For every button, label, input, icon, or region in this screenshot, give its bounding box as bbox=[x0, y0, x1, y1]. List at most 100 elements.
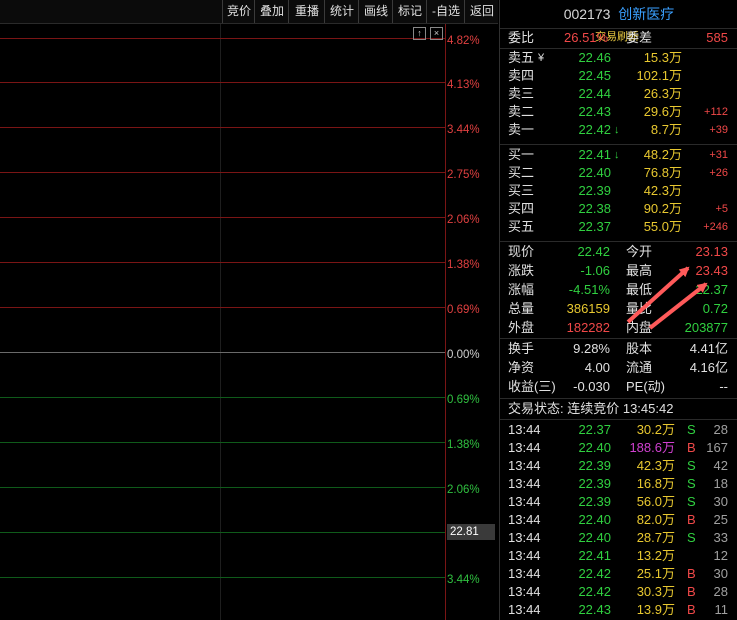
stat-label: 今开 bbox=[626, 244, 653, 259]
order-volume-change: +31 bbox=[709, 149, 728, 161]
toolbar-button-4[interactable]: 画线 bbox=[358, 0, 393, 23]
trade-count: 28 bbox=[713, 422, 728, 437]
currency-icon: ¥ bbox=[538, 52, 545, 64]
toolbar-button-3[interactable]: 统计 bbox=[324, 0, 359, 23]
toolbar-button-2[interactable]: 重播 bbox=[288, 0, 325, 23]
trade-count: 33 bbox=[713, 530, 728, 545]
trade-count: 42 bbox=[713, 458, 728, 473]
chart-vertical-grid bbox=[220, 24, 221, 620]
axis-tick-label: 4.13% bbox=[447, 79, 480, 91]
order-volume: 76.8万 bbox=[643, 165, 682, 180]
order-price: 22.38 bbox=[578, 201, 611, 216]
order-volume-change: +26 bbox=[709, 167, 728, 179]
info-label: 收益(三) bbox=[508, 379, 556, 394]
toolbar-button-7[interactable]: 返回 bbox=[464, 0, 499, 23]
info-value: 4.16亿 bbox=[689, 360, 728, 375]
order-volume: 26.3万 bbox=[643, 86, 682, 101]
stock-name[interactable]: 创新医疗 bbox=[618, 6, 674, 22]
trade-count: 18 bbox=[713, 476, 728, 491]
order-volume-change: +246 bbox=[703, 221, 728, 233]
ask-row[interactable]: 卖四 22.45 102.1万 bbox=[500, 67, 737, 85]
ask-level-label: 卖二 bbox=[508, 104, 535, 119]
trade-side: S bbox=[687, 422, 696, 437]
grid-line bbox=[0, 262, 445, 263]
info-value: 4.00 bbox=[584, 360, 610, 375]
ask-row[interactable]: 卖三 22.44 26.3万 bbox=[500, 85, 737, 103]
order-price: 22.40 bbox=[578, 165, 611, 180]
trade-time: 13:44 bbox=[508, 602, 541, 617]
grid-line bbox=[0, 397, 445, 398]
ask-row[interactable]: 卖二 22.43 29.6万 +112 bbox=[500, 103, 737, 121]
info-row: 收益(三) -0.030 PE(动) -- bbox=[500, 378, 737, 396]
trade-time: 13:44 bbox=[508, 458, 541, 473]
bid-row[interactable]: 买一 ↓ 22.41 48.2万 +31 bbox=[500, 146, 737, 164]
bid-row[interactable]: 买五 22.37 55.0万 +246 bbox=[500, 218, 737, 236]
ask-level-label: 卖四 bbox=[508, 68, 535, 83]
trade-row: 13:44 22.37 30.2万 S 28 bbox=[500, 421, 737, 439]
bid-level-label: 买二 bbox=[508, 165, 535, 180]
axis-tick-label: 0.69% bbox=[447, 304, 480, 316]
order-volume: 29.6万 bbox=[643, 104, 682, 119]
ask-row[interactable]: 卖五 ¥22.46 15.3万 bbox=[500, 49, 737, 67]
trade-time: 13:44 bbox=[508, 422, 541, 437]
down-arrow-icon: ↓ bbox=[614, 149, 620, 161]
trade-count: 28 bbox=[713, 584, 728, 599]
info-label: PE(动) bbox=[626, 379, 666, 394]
trade-row: 13:44 22.40 82.0万 B 25 bbox=[500, 511, 737, 529]
ask-row[interactable]: 卖一 ↓ 22.42 8.7万 +39 bbox=[500, 121, 737, 139]
grid-line bbox=[0, 217, 445, 218]
trade-volume: 30.2万 bbox=[636, 422, 675, 437]
trade-count: 25 bbox=[713, 512, 728, 527]
bid-row[interactable]: 买四 22.38 90.2万 +5 bbox=[500, 200, 737, 218]
axis-tick-label: 2.75% bbox=[447, 169, 480, 181]
trade-count: 30 bbox=[713, 566, 728, 581]
grid-line bbox=[0, 442, 445, 443]
close-icon[interactable]: × bbox=[430, 27, 443, 40]
order-price: 22.44 bbox=[578, 86, 611, 101]
info-value: -0.030 bbox=[573, 379, 610, 394]
trade-price: 22.40 bbox=[578, 530, 611, 545]
trade-count: 30 bbox=[713, 494, 728, 509]
stat-label: 总量 bbox=[508, 301, 535, 316]
upload-icon[interactable]: ↑ bbox=[413, 27, 426, 40]
grid-line bbox=[0, 38, 445, 39]
stat-value: 23.13 bbox=[695, 244, 728, 259]
trade-row: 13:44 22.41 13.2万 12 bbox=[500, 547, 737, 565]
trade-time: 13:44 bbox=[508, 494, 541, 509]
trade-side: B bbox=[687, 584, 696, 599]
trade-volume: 188.6万 bbox=[629, 440, 675, 455]
trade-volume: 13.2万 bbox=[636, 548, 675, 563]
order-price: 22.42 bbox=[578, 122, 611, 137]
trade-row: 13:44 22.42 25.1万 B 30 bbox=[500, 565, 737, 583]
stat-row: 外盘 182282 内盘 203877 bbox=[500, 319, 737, 337]
bid-level-label: 买三 bbox=[508, 183, 535, 198]
trade-side: S bbox=[687, 458, 696, 473]
order-volume-change: +5 bbox=[715, 203, 728, 215]
toolbar-button-6[interactable]: -自选 bbox=[426, 0, 465, 23]
intraday-chart[interactable] bbox=[0, 24, 498, 620]
stat-value: 0.72 bbox=[702, 301, 728, 316]
bid-row[interactable]: 买三 22.39 42.3万 bbox=[500, 182, 737, 200]
toolbar-button-0[interactable]: 竞价 bbox=[222, 0, 255, 23]
axis-tick-label: 1.38% bbox=[447, 439, 480, 451]
order-price: 22.46 bbox=[578, 50, 611, 65]
order-volume: 102.1万 bbox=[636, 68, 682, 83]
toolbar-button-5[interactable]: 标记 bbox=[392, 0, 427, 23]
stat-row: 涨幅 -4.51% 最低 22.37 bbox=[500, 281, 737, 299]
trade-time: 13:44 bbox=[508, 476, 541, 491]
toolbar-button-1[interactable]: 叠加 bbox=[254, 0, 289, 23]
stat-row: 现价 22.42 今开 23.13 bbox=[500, 243, 737, 261]
order-price: 22.41 bbox=[578, 147, 611, 162]
grid-line bbox=[0, 82, 445, 83]
ask-level-label: 卖一 bbox=[508, 122, 535, 137]
stat-value: -4.51% bbox=[568, 282, 610, 297]
trade-volume: 30.3万 bbox=[636, 584, 675, 599]
trade-volume: 13.9万 bbox=[636, 602, 675, 617]
trade-side: S bbox=[687, 530, 696, 545]
grid-line bbox=[0, 127, 445, 128]
stat-label: 现价 bbox=[508, 244, 535, 259]
trade-time: 13:44 bbox=[508, 548, 541, 563]
info-value: -- bbox=[719, 379, 728, 394]
bid-row[interactable]: 买二 22.40 76.8万 +26 bbox=[500, 164, 737, 182]
down-arrow-icon: ↓ bbox=[614, 124, 620, 136]
